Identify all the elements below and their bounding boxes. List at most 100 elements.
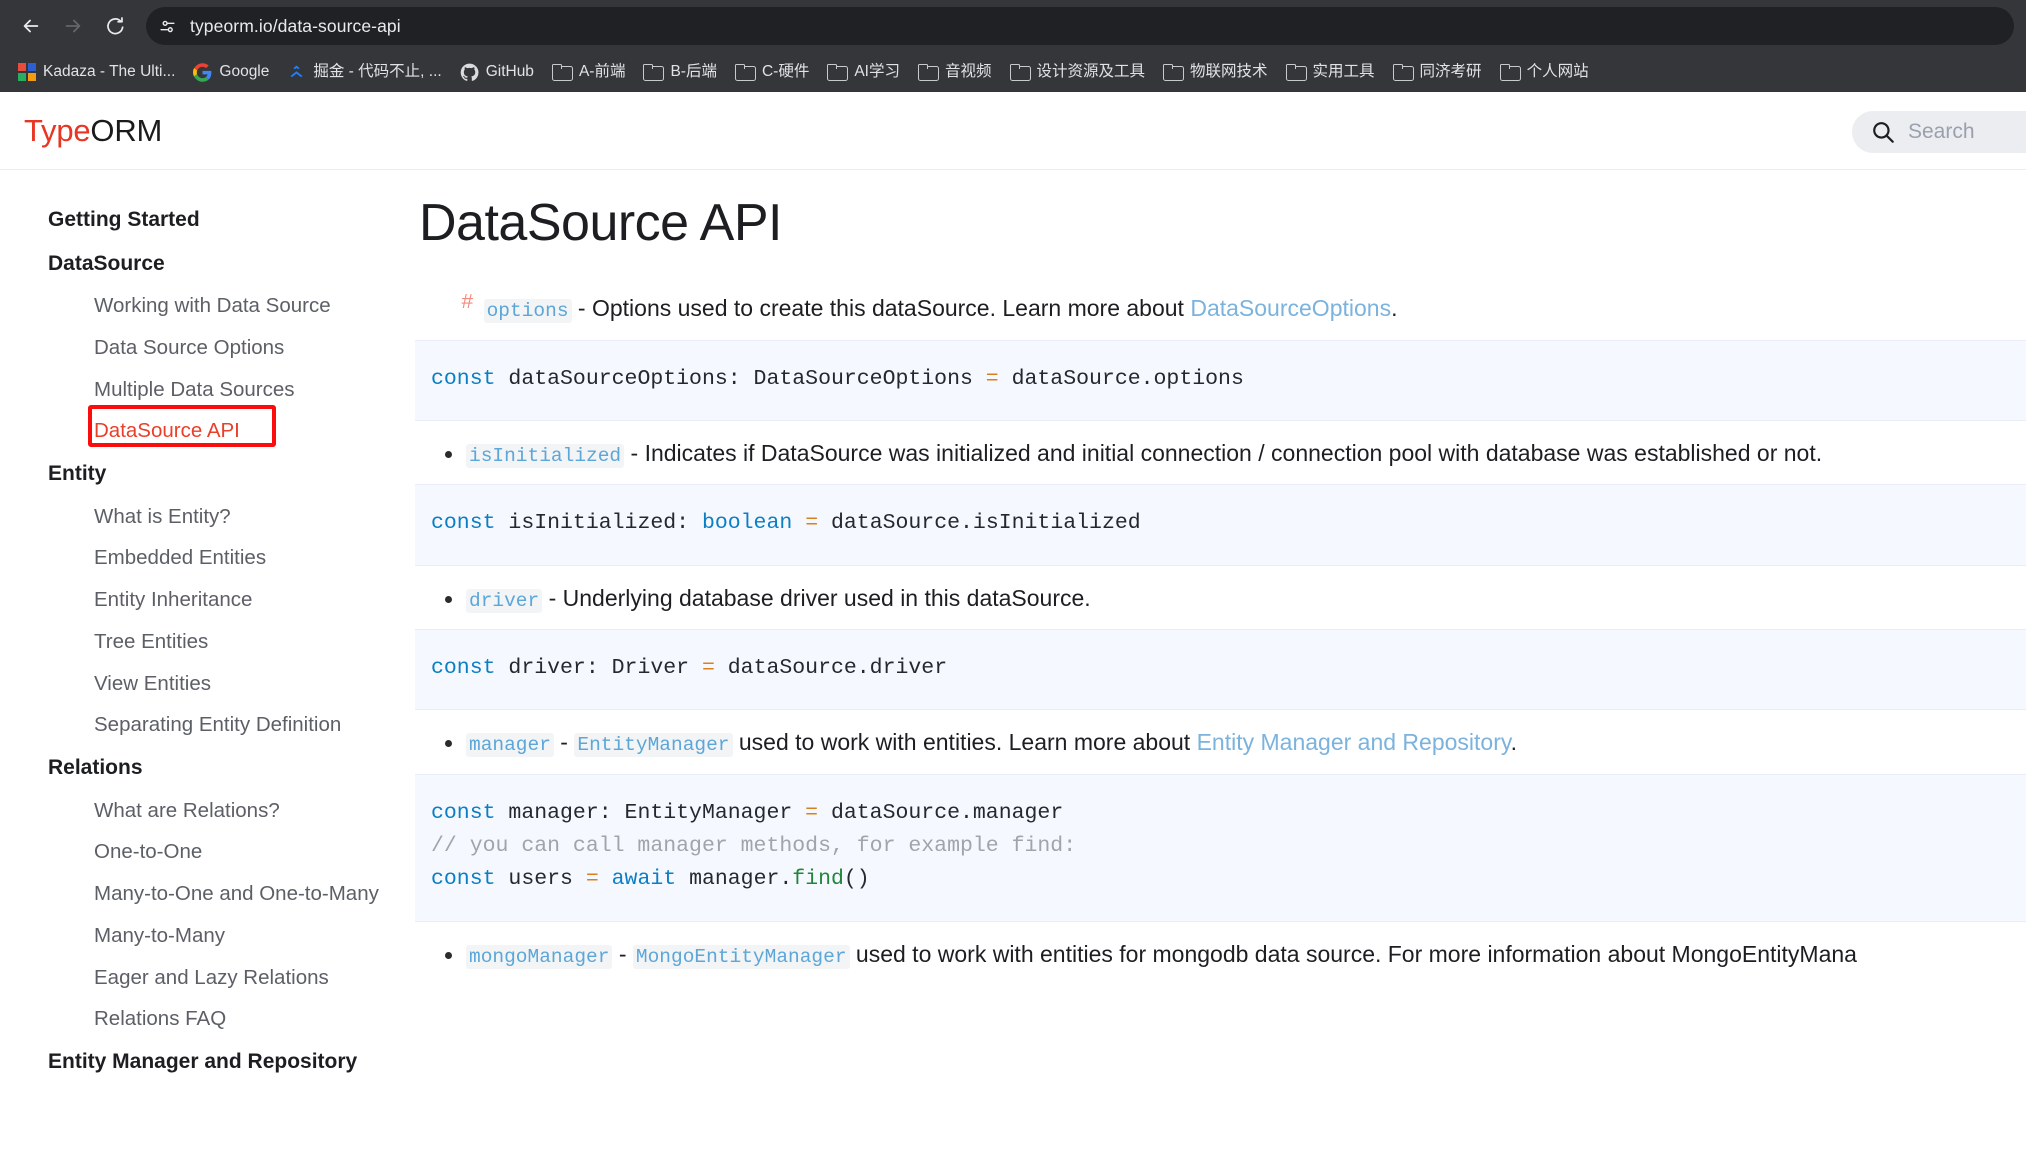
bookmark-folder-ai-study[interactable]: AI学习 [819,59,908,85]
folder-icon [917,64,939,81]
api-item-text: options - Options used to create this da… [483,292,1398,325]
kadaza-icon [18,63,36,81]
folder-icon [1392,64,1414,81]
api-item-mongomanager: mongoManager - MongoEntityManager used t… [415,938,2026,971]
address-bar[interactable]: typeorm.io/data-source-api [146,7,2014,45]
bookmark-folder-tongji-exam[interactable]: 同济考研 [1385,59,1490,85]
bookmark-folder-iot[interactable]: 物联网技术 [1155,59,1276,85]
bookmark-label: A-前端 [578,63,626,81]
sidebar-item-separating-entity-definition[interactable]: Separating Entity Definition [0,704,415,746]
bookmark-folder-a-frontend[interactable]: A-前端 [544,59,634,85]
bullet-dot-icon [445,951,452,959]
main-content: DataSource API # options - Options used … [415,170,2026,1150]
api-item-description: used to work with entities. Learn more a… [732,729,1197,756]
sidebar-category-entity[interactable]: Entity [0,452,415,496]
api-item-description: - Options used to create this dataSource… [571,295,1191,322]
sidebar-item-many-to-many[interactable]: Many-to-Many [0,915,415,957]
api-item-separator: - [553,729,575,756]
bookmarks-bar: Kadaza - The Ulti... Google 掘金 - 代码不止, .… [0,52,2026,92]
sidebar-item-tree-entities[interactable]: Tree Entities [0,621,415,663]
sidebar-item-view-entities[interactable]: View Entities [0,663,415,705]
code-isinitialized: isInitialized [466,444,625,469]
bookmark-label: 个人网站 [1526,63,1589,81]
folder-icon [551,64,573,81]
bookmark-github[interactable]: GitHub [452,58,542,87]
bookmark-label: Kadaza - The Ulti... [43,63,176,81]
folder-icon [643,64,665,81]
anchor-link-icon[interactable]: # [461,292,474,315]
sidebar-item-working-with-data-source[interactable]: Working with Data Source [0,285,415,327]
api-item-text-end: . [1391,295,1398,322]
back-arrow-icon [23,19,39,33]
sidebar-item-eager-and-lazy-relations[interactable]: Eager and Lazy Relations [0,957,415,999]
back-button[interactable] [12,7,50,45]
tune-sliders-icon [159,20,175,32]
bookmark-folder-design-resources[interactable]: 设计资源及工具 [1002,59,1154,85]
code-line-comment: // you can call manager methods, for exa… [431,834,1077,859]
bookmark-juejin[interactable]: 掘金 - 代码不止, ... [279,58,449,87]
sidebar-item-embedded-entities[interactable]: Embedded Entities [0,537,415,579]
code-block-isinitialized: const isInitialized: boolean = dataSourc… [415,484,2026,566]
sidebar-category-datasource[interactable]: DataSource [0,242,415,286]
code-line: const users = await manager.find() [431,867,870,892]
code-line: const manager: EntityManager = dataSourc… [431,800,1064,825]
link-entity-manager-and-repository[interactable]: Entity Manager and Repository [1197,729,1511,755]
juejin-icon [290,65,303,77]
bookmark-folder-utilities[interactable]: 实用工具 [1278,59,1383,85]
bookmark-label: GitHub [485,63,534,81]
code-block-manager: const manager: EntityManager = dataSourc… [415,773,2026,922]
sidebar-category-entity-manager-and-repository[interactable]: Entity Manager and Repository [0,1040,415,1084]
link-datasourceoptions[interactable]: DataSourceOptions [1190,295,1391,321]
code-options: options [483,299,572,324]
code-manager: manager [466,733,554,758]
sidebar-item-relations-faq[interactable]: Relations FAQ [0,998,415,1040]
sidebar-category-getting-started[interactable]: Getting Started [0,198,415,242]
bullet-dot-icon [445,595,452,603]
folder-icon [1163,64,1185,81]
page-title: DataSource API [419,194,783,252]
bookmark-folder-personal-site[interactable]: 个人网站 [1492,59,1597,85]
typeorm-logo[interactable]: TypeORM [24,113,162,149]
sidebar-item-data-source-options[interactable]: Data Source Options [0,327,415,369]
folder-icon [827,64,849,81]
search-placeholder: Search [1908,120,1975,143]
folder-icon [1285,64,1307,81]
sidebar-item-datasource-api[interactable]: DataSource API [0,410,415,452]
api-item-text: mongoManager - MongoEntityManager used t… [466,938,1857,971]
bookmark-google[interactable]: Google [185,58,277,87]
bookmark-kadaza[interactable]: Kadaza - The Ulti... [10,58,183,86]
bookmark-label: 同济考研 [1419,63,1482,81]
search-icon [1873,122,1894,143]
sidebar-item-one-to-one[interactable]: One-to-One [0,831,415,873]
sidebar-category-relations[interactable]: Relations [0,746,415,790]
browser-chrome: typeorm.io/data-source-api Kadaza - The … [0,0,2026,92]
google-icon [193,62,212,82]
reload-icon [107,17,124,35]
api-item-text: driver - Underlying database driver used… [466,582,1091,615]
code-mongoentitymanager: MongoEntityManager [632,944,850,969]
bookmark-folder-c-hardware[interactable]: C-硬件 [727,59,817,85]
page-body: Getting Started DataSource Working with … [0,170,2026,1150]
bookmark-label: 掘金 - 代码不止, ... [313,63,442,81]
bookmark-folder-b-backend[interactable]: B-后端 [635,59,725,85]
bookmark-label: C-硬件 [761,63,810,81]
sidebar-item-what-are-relations[interactable]: What are Relations? [0,790,415,832]
bookmark-label: 设计资源及工具 [1036,63,1146,81]
api-item-driver: driver - Underlying database driver used… [415,582,2026,615]
site-info-icon[interactable] [152,11,182,41]
code-block-driver: const driver: Driver = dataSource.driver [415,629,2026,711]
site-header: TypeORM Search [0,92,2026,170]
sidebar-item-multiple-data-sources[interactable]: Multiple Data Sources [0,369,415,411]
sidebar-item-entity-inheritance[interactable]: Entity Inheritance [0,579,415,621]
api-item-description: used to work with entities for mongodb d… [849,940,1857,967]
sidebar-item-many-to-one-and-one-to-many[interactable]: Many-to-One and One-to-Many [0,873,415,915]
url-text: typeorm.io/data-source-api [190,15,401,36]
bullet-dot-icon [445,740,452,748]
bookmark-folder-audio-video[interactable]: 音视频 [910,59,1000,85]
folder-icon [734,64,756,81]
forward-button[interactable] [54,7,92,45]
reload-button[interactable] [96,7,134,45]
search-box[interactable]: Search [1852,111,2026,153]
sidebar-item-what-is-entity[interactable]: What is Entity? [0,496,415,538]
bookmark-label: AI学习 [854,63,900,81]
